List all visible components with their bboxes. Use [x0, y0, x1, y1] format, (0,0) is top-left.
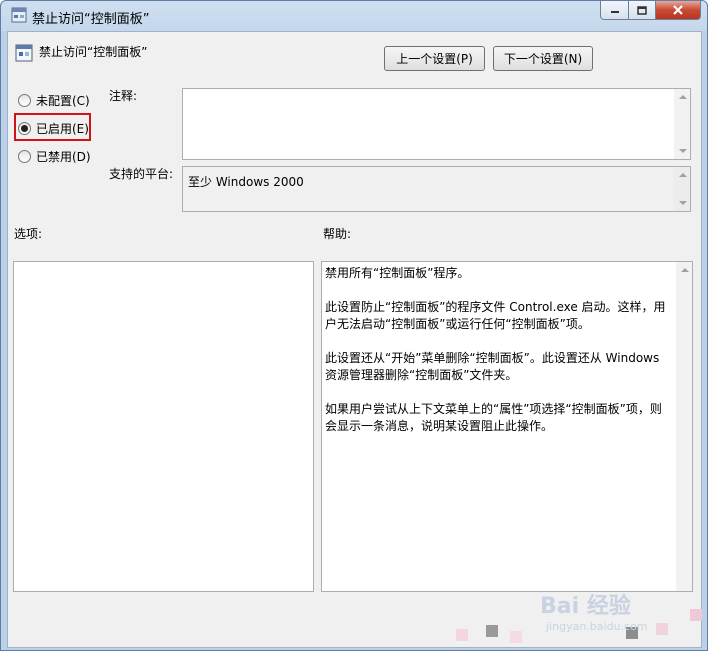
help-paragraph: 此设置防止“控制面板”的程序文件 Control.exe 启动。这样，用户无法启… [325, 300, 666, 331]
scroll-up-icon[interactable] [679, 95, 687, 99]
radio-not-configured[interactable]: 未配置(C) [18, 92, 90, 109]
previous-setting-button[interactable]: 上一个设置(P) [384, 46, 485, 71]
platform-scrollbar[interactable] [674, 167, 690, 211]
dialog-body: 禁止访问“控制面板” 上一个设置(P) 下一个设置(N) 未配置(C) 已启用(… [7, 31, 702, 648]
options-label: 选项: [14, 227, 43, 241]
policy-window: 禁止访问“控制面板” 禁止访问“控制面板” 上一个设置(P) 下一个设置(N) … [0, 0, 708, 651]
policy-icon [11, 7, 27, 23]
platform-label: 支持的平台: [109, 167, 174, 181]
watermark-mosaic [456, 629, 468, 641]
watermark-mosaic [690, 609, 702, 621]
scroll-down-icon[interactable] [679, 201, 687, 205]
comment-label: 注释: [109, 89, 138, 103]
watermark-logo: Bai 经验 [540, 594, 631, 619]
help-scrollbar[interactable] [676, 262, 692, 591]
options-panel [13, 261, 314, 592]
scroll-up-icon[interactable] [681, 268, 689, 272]
close-icon [673, 5, 683, 15]
help-paragraph: 禁用所有“控制面板”程序。 [325, 266, 470, 280]
scroll-down-icon[interactable] [679, 149, 687, 153]
title-bar[interactable]: 禁止访问“控制面板” [1, 1, 707, 31]
help-paragraph: 如果用户尝试从上下文菜单上的“属性”项选择“控制面板”项，则会显示一条消息，说明… [325, 402, 662, 433]
minimize-button[interactable] [600, 1, 629, 20]
maximize-button[interactable] [629, 1, 656, 20]
next-setting-button[interactable]: 下一个设置(N) [493, 46, 593, 71]
radio-label: 未配置(C) [36, 94, 90, 108]
highlight-annotation [14, 113, 91, 141]
help-paragraph: 此设置还从“开始”菜单删除“控制面板”。此设置还从 Windows 资源管理器删… [325, 351, 660, 382]
help-text: 禁用所有“控制面板”程序。 此设置防止“控制面板”的程序文件 Control.e… [325, 265, 670, 452]
radio-label: 已禁用(D) [36, 150, 91, 164]
minimize-icon [610, 11, 619, 13]
policy-icon [15, 44, 33, 62]
window-controls [600, 1, 701, 21]
scroll-up-icon[interactable] [679, 173, 687, 177]
platform-field: 至少 Windows 2000 [182, 166, 691, 212]
comment-scrollbar[interactable] [674, 89, 690, 159]
platform-value: 至少 Windows 2000 [188, 175, 304, 189]
maximize-icon [637, 5, 647, 15]
radio-button[interactable] [18, 94, 31, 107]
watermark-url: jingyan.baidu.com [546, 620, 648, 633]
policy-name: 禁止访问“控制面板” [39, 45, 148, 59]
window-title: 禁止访问“控制面板” [32, 12, 150, 27]
help-label: 帮助: [323, 227, 352, 241]
radio-disabled[interactable]: 已禁用(D) [18, 148, 91, 165]
radio-button[interactable] [18, 150, 31, 163]
watermark-mosaic [510, 631, 522, 643]
watermark-mosaic [486, 625, 498, 637]
comment-field[interactable] [182, 88, 691, 160]
watermark-mosaic [656, 623, 668, 635]
help-panel: 禁用所有“控制面板”程序。 此设置防止“控制面板”的程序文件 Control.e… [321, 261, 693, 592]
close-button[interactable] [656, 1, 701, 20]
